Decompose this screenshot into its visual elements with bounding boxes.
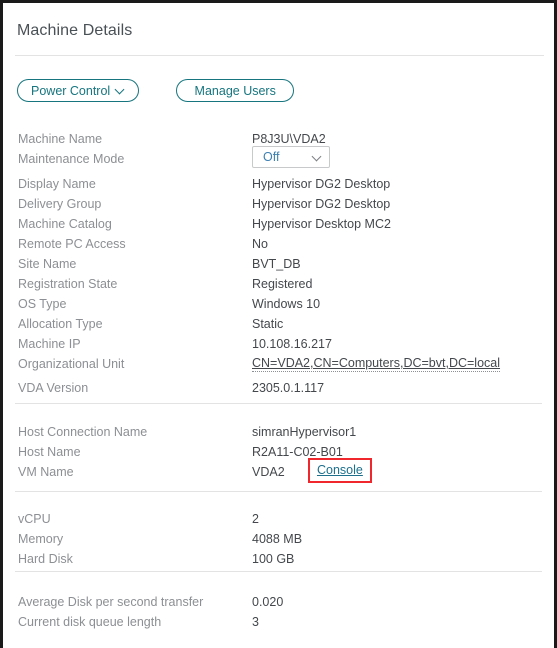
section-divider-3 [15, 571, 542, 572]
detail-row-label: VM Name [18, 465, 74, 479]
detail-row-label: Machine Name [18, 132, 103, 146]
detail-row-label: Hard Disk [18, 552, 73, 566]
detail-row-value: 0.020 [252, 595, 284, 609]
detail-row-value: BVT_DB [252, 257, 301, 271]
action-toolbar: Power Control Manage Users [17, 79, 295, 102]
console-link[interactable]: Console [317, 463, 363, 477]
detail-row: Organizational Unit CN=VDA2,CN=Computers,… [3, 354, 554, 374]
detail-row-label: Current disk queue length [18, 615, 162, 629]
detail-row-value: No [252, 237, 268, 251]
console-link-highlight: Console [308, 458, 372, 483]
detail-row-value: 4088 MB [252, 532, 303, 546]
detail-row: vCPU 2 [3, 509, 554, 529]
maintenance-mode-select[interactable]: Off [252, 146, 330, 168]
detail-row: VM Name VDA2 [3, 462, 554, 482]
detail-row: OS Type Windows 10 [3, 294, 554, 314]
detail-row-label: Machine Catalog [18, 217, 112, 231]
detail-row-label: Display Name [18, 177, 96, 191]
detail-row-value: Hypervisor Desktop MC2 [252, 217, 391, 231]
detail-row-label: OS Type [18, 297, 67, 311]
detail-row: Delivery Group Hypervisor DG2 Desktop [3, 194, 554, 214]
detail-row-label: Site Name [18, 257, 77, 271]
maintenance-mode-value: Off [263, 150, 280, 164]
detail-row: Host Connection Name simranHypervisor1 [3, 422, 554, 442]
detail-row-label: Delivery Group [18, 197, 102, 211]
detail-row-label: Maintenance Mode [18, 152, 125, 166]
detail-row-value: 3 [252, 615, 259, 629]
detail-row-label: Memory [18, 532, 64, 546]
detail-row-value: simranHypervisor1 [252, 425, 357, 439]
detail-row: Display Name Hypervisor DG2 Desktop [3, 174, 554, 194]
detail-row: Current disk queue length 3 [3, 612, 554, 632]
detail-row-label: Machine IP [18, 337, 81, 351]
section-divider-2 [15, 491, 542, 492]
detail-row: Host Name R2A11-C02-B01 [3, 442, 554, 462]
power-control-label: Power Control [31, 83, 111, 98]
detail-row-value: Static [252, 317, 284, 331]
detail-row-value: VDA2 [252, 465, 285, 479]
machine-details-panel: Machine Details Power Control Manage Use… [0, 0, 557, 648]
detail-row-label: Average Disk per second transfer [18, 595, 204, 609]
detail-row-label: Registration State [18, 277, 118, 291]
detail-row-value: 10.108.16.217 [252, 337, 332, 351]
detail-row: Registration State Registered [3, 274, 554, 294]
manage-users-label: Manage Users [194, 83, 276, 98]
detail-row-label: Remote PC Access [18, 237, 126, 251]
detail-row-value: Hypervisor DG2 Desktop [252, 197, 391, 211]
page-title: Machine Details [17, 22, 133, 39]
power-control-button[interactable]: Power Control [17, 79, 140, 102]
detail-row-label: Allocation Type [18, 317, 103, 331]
detail-row: Memory 4088 MB [3, 529, 554, 549]
detail-row-value: R2A11-C02-B01 [252, 445, 343, 459]
detail-row-label: Organizational Unit [18, 357, 125, 371]
detail-row-value: 2305.0.1.117 [252, 381, 325, 395]
detail-row-value[interactable]: CN=VDA2,CN=Computers,DC=bvt,DC=local [252, 356, 501, 372]
detail-row-value: 2 [252, 512, 259, 526]
chevron-down-icon [313, 153, 322, 162]
detail-row: Machine Catalog Hypervisor Desktop MC2 [3, 214, 554, 234]
section-divider-1 [15, 403, 542, 404]
detail-row: Machine IP 10.108.16.217 [3, 334, 554, 354]
detail-row-value: Windows 10 [252, 297, 321, 311]
detail-row: Site Name BVT_DB [3, 254, 554, 274]
detail-row-label: Host Name [18, 445, 81, 459]
detail-row-value: P8J3U\VDA2 [252, 132, 326, 146]
detail-row: VDA Version 2305.0.1.117 [3, 378, 554, 398]
detail-row: Hard Disk 100 GB [3, 549, 554, 569]
detail-row-value: 100 GB [252, 552, 295, 566]
detail-row: Average Disk per second transfer 0.020 [3, 592, 554, 612]
detail-row-label: VDA Version [18, 381, 89, 395]
header-divider [15, 55, 544, 56]
chevron-down-icon [116, 86, 125, 95]
detail-row-label: vCPU [18, 512, 51, 526]
detail-row-value: Registered [252, 277, 313, 291]
detail-row-value: Hypervisor DG2 Desktop [252, 177, 391, 191]
detail-row: Remote PC Access No [3, 234, 554, 254]
detail-row: Allocation Type Static [3, 314, 554, 334]
detail-row-label: Host Connection Name [18, 425, 148, 439]
manage-users-button[interactable]: Manage Users [176, 79, 295, 102]
